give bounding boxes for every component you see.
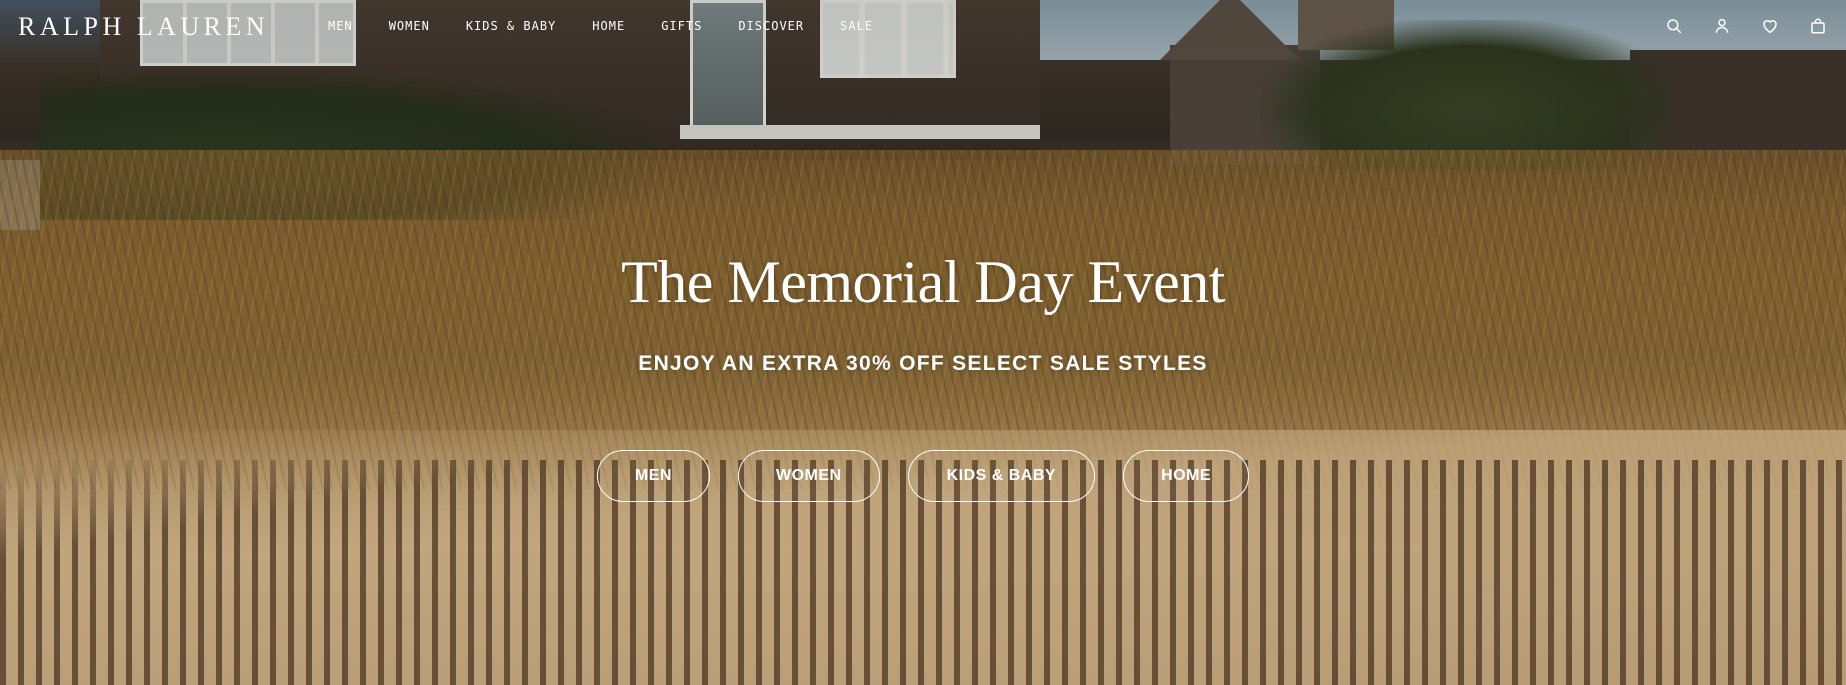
shopping-bag-button[interactable] (1808, 16, 1828, 36)
shop-men-button[interactable]: MEN (596, 450, 710, 502)
wishlist-button[interactable] (1760, 16, 1780, 36)
nav-item-women[interactable]: WOMEN (389, 19, 430, 33)
utility-nav (1664, 16, 1828, 36)
nav-item-home[interactable]: HOME (592, 19, 625, 33)
hero-subtitle: ENJOY AN EXTRA 30% OFF SELECT SALE STYLE… (638, 352, 1208, 375)
shop-home-button[interactable]: HOME (1123, 450, 1250, 502)
brand-logo[interactable]: RALPH LAUREN (18, 12, 269, 42)
account-icon (1715, 18, 1729, 33)
search-icon (1667, 19, 1682, 34)
search-button[interactable] (1664, 16, 1684, 36)
background-shade (0, 0, 1846, 685)
hero-cta-group: MEN WOMEN KIDS & BABY HOME (0, 450, 1846, 502)
shop-kids-baby-button[interactable]: KIDS & BABY (907, 450, 1096, 502)
nav-item-men[interactable]: MEN (328, 19, 353, 33)
account-button[interactable] (1712, 16, 1732, 36)
nav-item-discover[interactable]: DISCOVER (738, 19, 804, 33)
nav-item-kids-baby[interactable]: KIDS & BABY (466, 19, 556, 33)
bag-icon (1811, 18, 1825, 34)
nav-item-gifts[interactable]: GIFTS (661, 19, 702, 33)
hero-title: The Memorial Day Event (621, 249, 1225, 315)
main-nav: MEN WOMEN KIDS & BABY HOME GIFTS DISCOVE… (328, 19, 873, 33)
site-header: RALPH LAUREN MEN WOMEN KIDS & BABY HOME … (0, 0, 1846, 54)
shop-women-button[interactable]: WOMEN (737, 450, 880, 502)
heart-icon (1763, 20, 1777, 34)
hero-banner: RALPH LAUREN MEN WOMEN KIDS & BABY HOME … (0, 0, 1846, 685)
nav-item-sale[interactable]: SALE (840, 19, 873, 33)
